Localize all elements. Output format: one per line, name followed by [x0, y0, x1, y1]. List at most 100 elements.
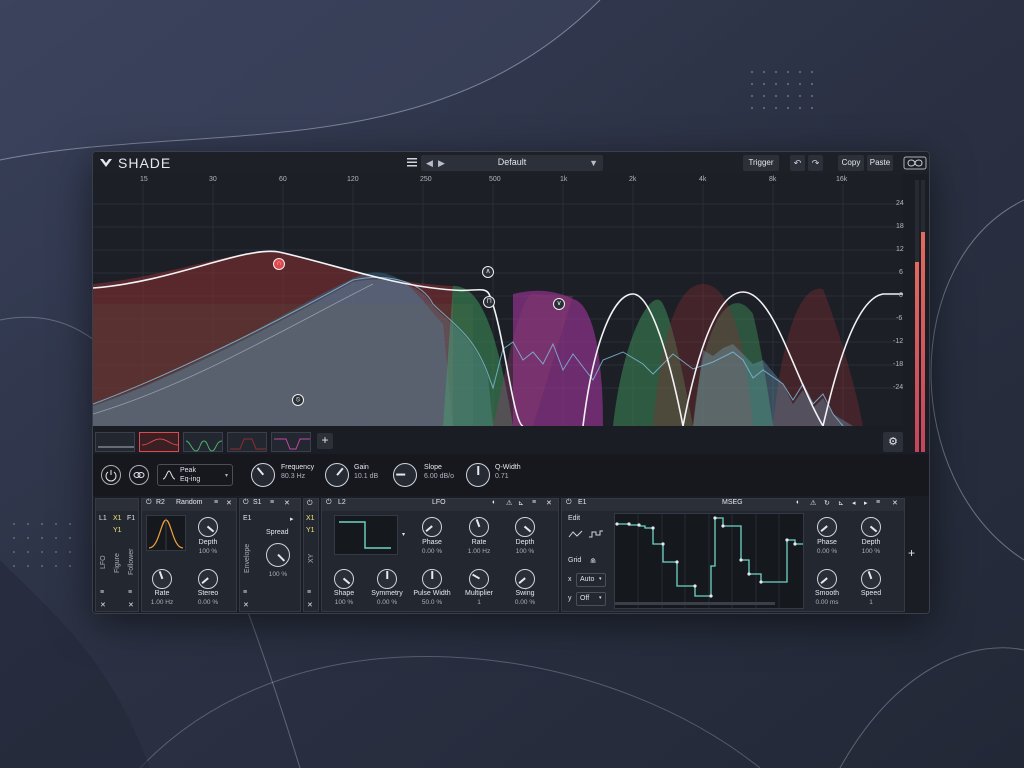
phase-knob[interactable]	[422, 517, 442, 537]
qwidth-knob[interactable]	[466, 463, 490, 487]
band-tab[interactable]	[183, 432, 223, 452]
add-modulator-button[interactable]: +	[908, 546, 915, 560]
slope-knob[interactable]	[393, 463, 417, 487]
close-icon[interactable]: ✕	[226, 499, 232, 511]
source-f1[interactable]: F1	[127, 515, 135, 522]
spread-value[interactable]: 100 %	[253, 571, 303, 578]
source-y1[interactable]: Y1	[113, 527, 122, 534]
band-tab[interactable]	[227, 432, 267, 452]
shape-knob[interactable]	[334, 569, 354, 589]
magnet-icon[interactable]: ⋒	[590, 557, 596, 565]
depth-value[interactable]: 100 %	[846, 548, 896, 555]
menu-icon[interactable]: ≡	[307, 589, 311, 596]
prev-icon[interactable]: ◂	[852, 499, 856, 511]
pulse-width-knob[interactable]	[422, 569, 442, 589]
chevron-down-icon[interactable]: ▾	[402, 531, 405, 538]
band-node-peak[interactable]: ∩	[273, 258, 285, 270]
frequency-knob[interactable]	[251, 463, 275, 487]
contrast-icon[interactable]: ◐	[796, 499, 800, 511]
power-icon[interactable]: ⏻	[326, 499, 332, 511]
play-icon[interactable]: ▸	[864, 499, 868, 511]
swing-value[interactable]: 0.00 %	[500, 599, 550, 606]
smooth-knob[interactable]	[817, 569, 837, 589]
redo-icon[interactable]: ↷	[808, 155, 823, 171]
contrast-icon[interactable]: ◐	[492, 499, 496, 511]
phase-value[interactable]: 0.00 %	[407, 548, 457, 555]
band-node-notch[interactable]: ∨	[553, 298, 565, 310]
source-l1[interactable]: L1	[99, 515, 107, 522]
power-icon[interactable]: ⏻	[307, 500, 313, 508]
band-node-bandpass[interactable]: ⊓	[483, 296, 495, 308]
tempo-icon[interactable]: ⚠	[506, 499, 512, 511]
close-icon[interactable]: ✕	[243, 601, 249, 609]
menu-icon[interactable]: ≡	[243, 589, 247, 596]
settings-icon[interactable]: ⚙	[883, 432, 903, 452]
band-link-button[interactable]	[129, 465, 149, 485]
band-tab-selected[interactable]	[139, 432, 179, 452]
qwidth-value[interactable]: 0.71	[495, 473, 509, 480]
band-tab[interactable]	[271, 432, 311, 452]
mseg-editor[interactable]	[614, 513, 804, 609]
close-icon[interactable]: ✕	[100, 601, 106, 609]
slope-value[interactable]: 6.00 dB/o	[424, 473, 454, 480]
close-icon[interactable]: ✕	[307, 601, 313, 609]
menu-icon[interactable]	[407, 157, 417, 167]
pulse-width-value[interactable]: 50.0 %	[407, 599, 457, 606]
play-icon[interactable]: ▸	[290, 515, 294, 523]
gain-knob[interactable]	[325, 463, 349, 487]
depth-knob[interactable]	[861, 517, 881, 537]
link-icon[interactable]	[903, 156, 927, 170]
band-node-lowcut[interactable]: ⦸	[292, 394, 304, 406]
depth-value[interactable]: 100 %	[500, 548, 550, 555]
preset-dropdown-icon[interactable]: ▼	[589, 158, 598, 168]
depth-knob[interactable]	[515, 517, 535, 537]
gain-value[interactable]: 10.1 dB	[354, 473, 378, 480]
close-icon[interactable]: ✕	[546, 499, 552, 511]
source-y1[interactable]: Y1	[306, 527, 315, 534]
rate-knob[interactable]	[469, 517, 489, 537]
draw-line-icon[interactable]	[568, 529, 584, 539]
x-snap-dropdown[interactable]: Auto ▾	[576, 573, 606, 587]
symmetry-knob[interactable]	[377, 569, 397, 589]
depth-value[interactable]: 100 %	[183, 548, 233, 555]
lfo-waveform-display[interactable]	[334, 515, 398, 555]
rate-value[interactable]: 1.00 Hz	[137, 599, 187, 606]
add-band-button[interactable]: +	[317, 433, 333, 449]
trigger-button[interactable]: Trigger	[743, 155, 779, 171]
step-tool-icon[interactable]	[588, 529, 604, 539]
tempo-icon[interactable]: ⚠	[810, 499, 816, 511]
menu-icon[interactable]: ≡	[532, 499, 536, 511]
phase-value[interactable]: 0.00 %	[802, 548, 852, 555]
band-tab[interactable]	[95, 432, 135, 452]
spread-knob[interactable]	[266, 543, 290, 567]
copy-button[interactable]: Copy	[838, 155, 864, 171]
filter-type-dropdown[interactable]: Peak Eq-ing ▾	[157, 464, 233, 486]
preset-selector[interactable]: ◀ ▶ Default ▼	[421, 155, 603, 171]
y-snap-dropdown[interactable]: Off ▾	[576, 592, 606, 606]
eq-spectrum-display[interactable]: 15 30 60 120 250 500 1k 2k 4k 8k 16k 24 …	[93, 174, 904, 426]
close-icon[interactable]: ✕	[892, 499, 898, 511]
symmetry-value[interactable]: 0.00 %	[362, 599, 412, 606]
smooth-value[interactable]: 0.00 ms	[802, 599, 852, 606]
close-icon[interactable]: ✕	[284, 499, 290, 511]
source-e1[interactable]: E1	[243, 515, 252, 522]
menu-icon[interactable]: ≡	[100, 589, 104, 596]
source-x1[interactable]: X1	[113, 515, 122, 522]
multiplier-knob[interactable]	[469, 569, 489, 589]
depth-knob[interactable]	[198, 517, 218, 537]
power-icon[interactable]: ⏻	[243, 499, 249, 511]
band-node-highshelf[interactable]: ∧	[482, 266, 494, 278]
chart-icon[interactable]: ⊾	[838, 499, 844, 511]
speed-value[interactable]: 1	[846, 599, 896, 606]
multiplier-value[interactable]: 1	[454, 599, 504, 606]
stereo-value[interactable]: 0.00 %	[183, 599, 233, 606]
menu-icon[interactable]: ≡	[270, 499, 274, 511]
power-icon[interactable]: ⏻	[146, 499, 152, 511]
source-x1[interactable]: X1	[306, 515, 315, 522]
power-icon[interactable]: ⏻	[566, 499, 572, 511]
rate-value[interactable]: 1.00 Hz	[454, 548, 504, 555]
stereo-knob[interactable]	[198, 569, 218, 589]
loop-icon[interactable]: ↻	[824, 499, 830, 511]
chart-icon[interactable]: ⊾	[518, 499, 524, 511]
phase-knob[interactable]	[817, 517, 837, 537]
